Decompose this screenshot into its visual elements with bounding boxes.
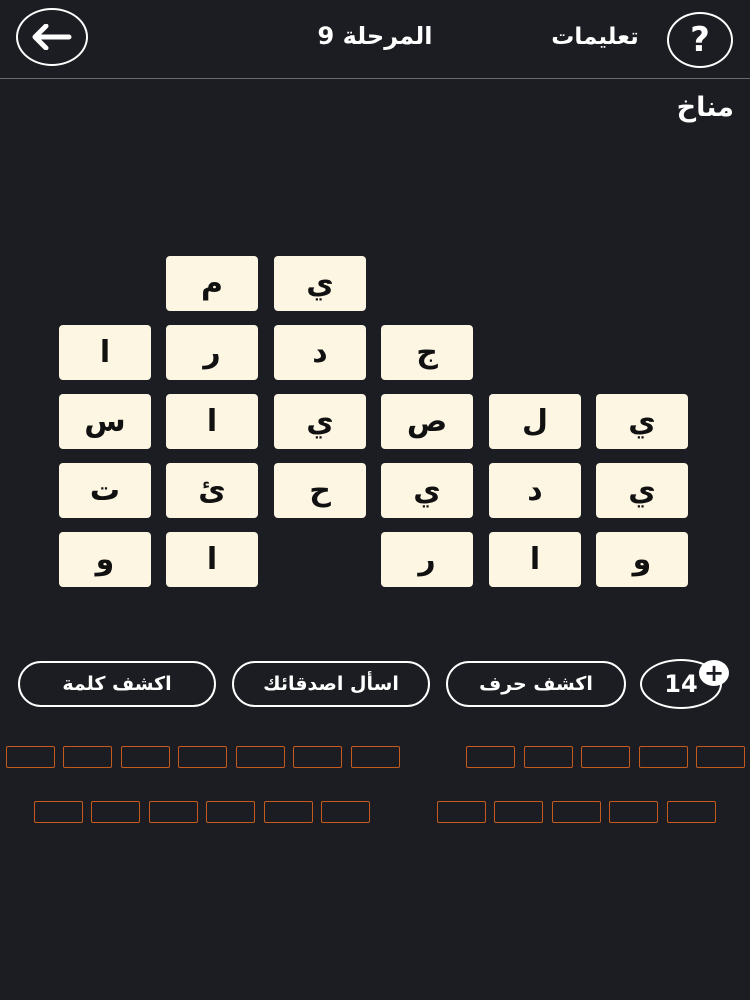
letter-tile[interactable]: ح <box>274 463 366 518</box>
letter-tile[interactable]: م <box>166 256 258 311</box>
answer-slot[interactable] <box>321 801 370 823</box>
answer-slot[interactable] <box>91 801 140 823</box>
top-bar: المرحلة 9 تعليمات ? <box>0 0 750 78</box>
answer-slot[interactable] <box>34 801 83 823</box>
category-hint: مناخ <box>676 92 734 123</box>
letter-tile[interactable]: ي <box>381 463 473 518</box>
answer-slot[interactable] <box>206 801 255 823</box>
answer-slot[interactable] <box>552 801 601 823</box>
answer-slot[interactable] <box>437 801 486 823</box>
letter-tile[interactable]: ا <box>166 532 258 587</box>
reveal-word-button[interactable]: اكشف كلمة <box>18 661 216 707</box>
letter-tile[interactable]: د <box>489 463 581 518</box>
plus-icon: + <box>703 659 725 687</box>
letter-tile[interactable]: ا <box>489 532 581 587</box>
letter-tile[interactable]: ص <box>381 394 473 449</box>
letter-tile[interactable]: و <box>596 532 688 587</box>
header-divider <box>0 78 750 79</box>
answer-slot[interactable] <box>6 746 55 768</box>
letter-tile[interactable]: ي <box>274 256 366 311</box>
answer-slot[interactable] <box>236 746 285 768</box>
letter-tile[interactable]: ر <box>166 325 258 380</box>
answer-slot[interactable] <box>293 746 342 768</box>
answer-slot[interactable] <box>466 746 515 768</box>
help-button[interactable]: ? <box>667 12 733 68</box>
back-button[interactable] <box>16 8 88 66</box>
letter-tile[interactable]: ج <box>381 325 473 380</box>
letter-tile[interactable]: ي <box>274 394 366 449</box>
answer-slot[interactable] <box>178 746 227 768</box>
answer-slot[interactable] <box>264 801 313 823</box>
letter-tile[interactable]: ي <box>596 463 688 518</box>
letter-tile[interactable]: ا <box>166 394 258 449</box>
answer-slot[interactable] <box>494 801 543 823</box>
answer-slot[interactable] <box>149 801 198 823</box>
letter-tile[interactable]: و <box>59 532 151 587</box>
letter-tile[interactable]: س <box>59 394 151 449</box>
answer-slot[interactable] <box>63 746 112 768</box>
ask-friends-button[interactable]: اسأل اصدقائك <box>232 661 430 707</box>
level-title: المرحلة 9 <box>317 22 433 50</box>
coin-count: 14 <box>664 670 698 698</box>
reveal-letter-button[interactable]: اكشف حرف <box>446 661 626 707</box>
answer-slot[interactable] <box>609 801 658 823</box>
answer-slot[interactable] <box>696 746 745 768</box>
answer-slot[interactable] <box>121 746 170 768</box>
letter-tile[interactable]: ل <box>489 394 581 449</box>
letter-tile[interactable]: ئ <box>166 463 258 518</box>
answer-slot[interactable] <box>524 746 573 768</box>
arrow-left-icon <box>32 24 72 50</box>
question-mark-icon: ? <box>690 20 710 60</box>
answer-slot[interactable] <box>351 746 400 768</box>
add-coins-button[interactable]: + <box>699 660 729 686</box>
letter-tile[interactable]: ر <box>381 532 473 587</box>
letter-tile[interactable]: ي <box>596 394 688 449</box>
letter-tile[interactable]: ا <box>59 325 151 380</box>
letter-tile[interactable]: ت <box>59 463 151 518</box>
answer-slot[interactable] <box>639 746 688 768</box>
answer-slot[interactable] <box>667 801 716 823</box>
instructions-link[interactable]: تعليمات <box>540 24 650 50</box>
letter-tile[interactable]: د <box>274 325 366 380</box>
answer-slot[interactable] <box>581 746 630 768</box>
